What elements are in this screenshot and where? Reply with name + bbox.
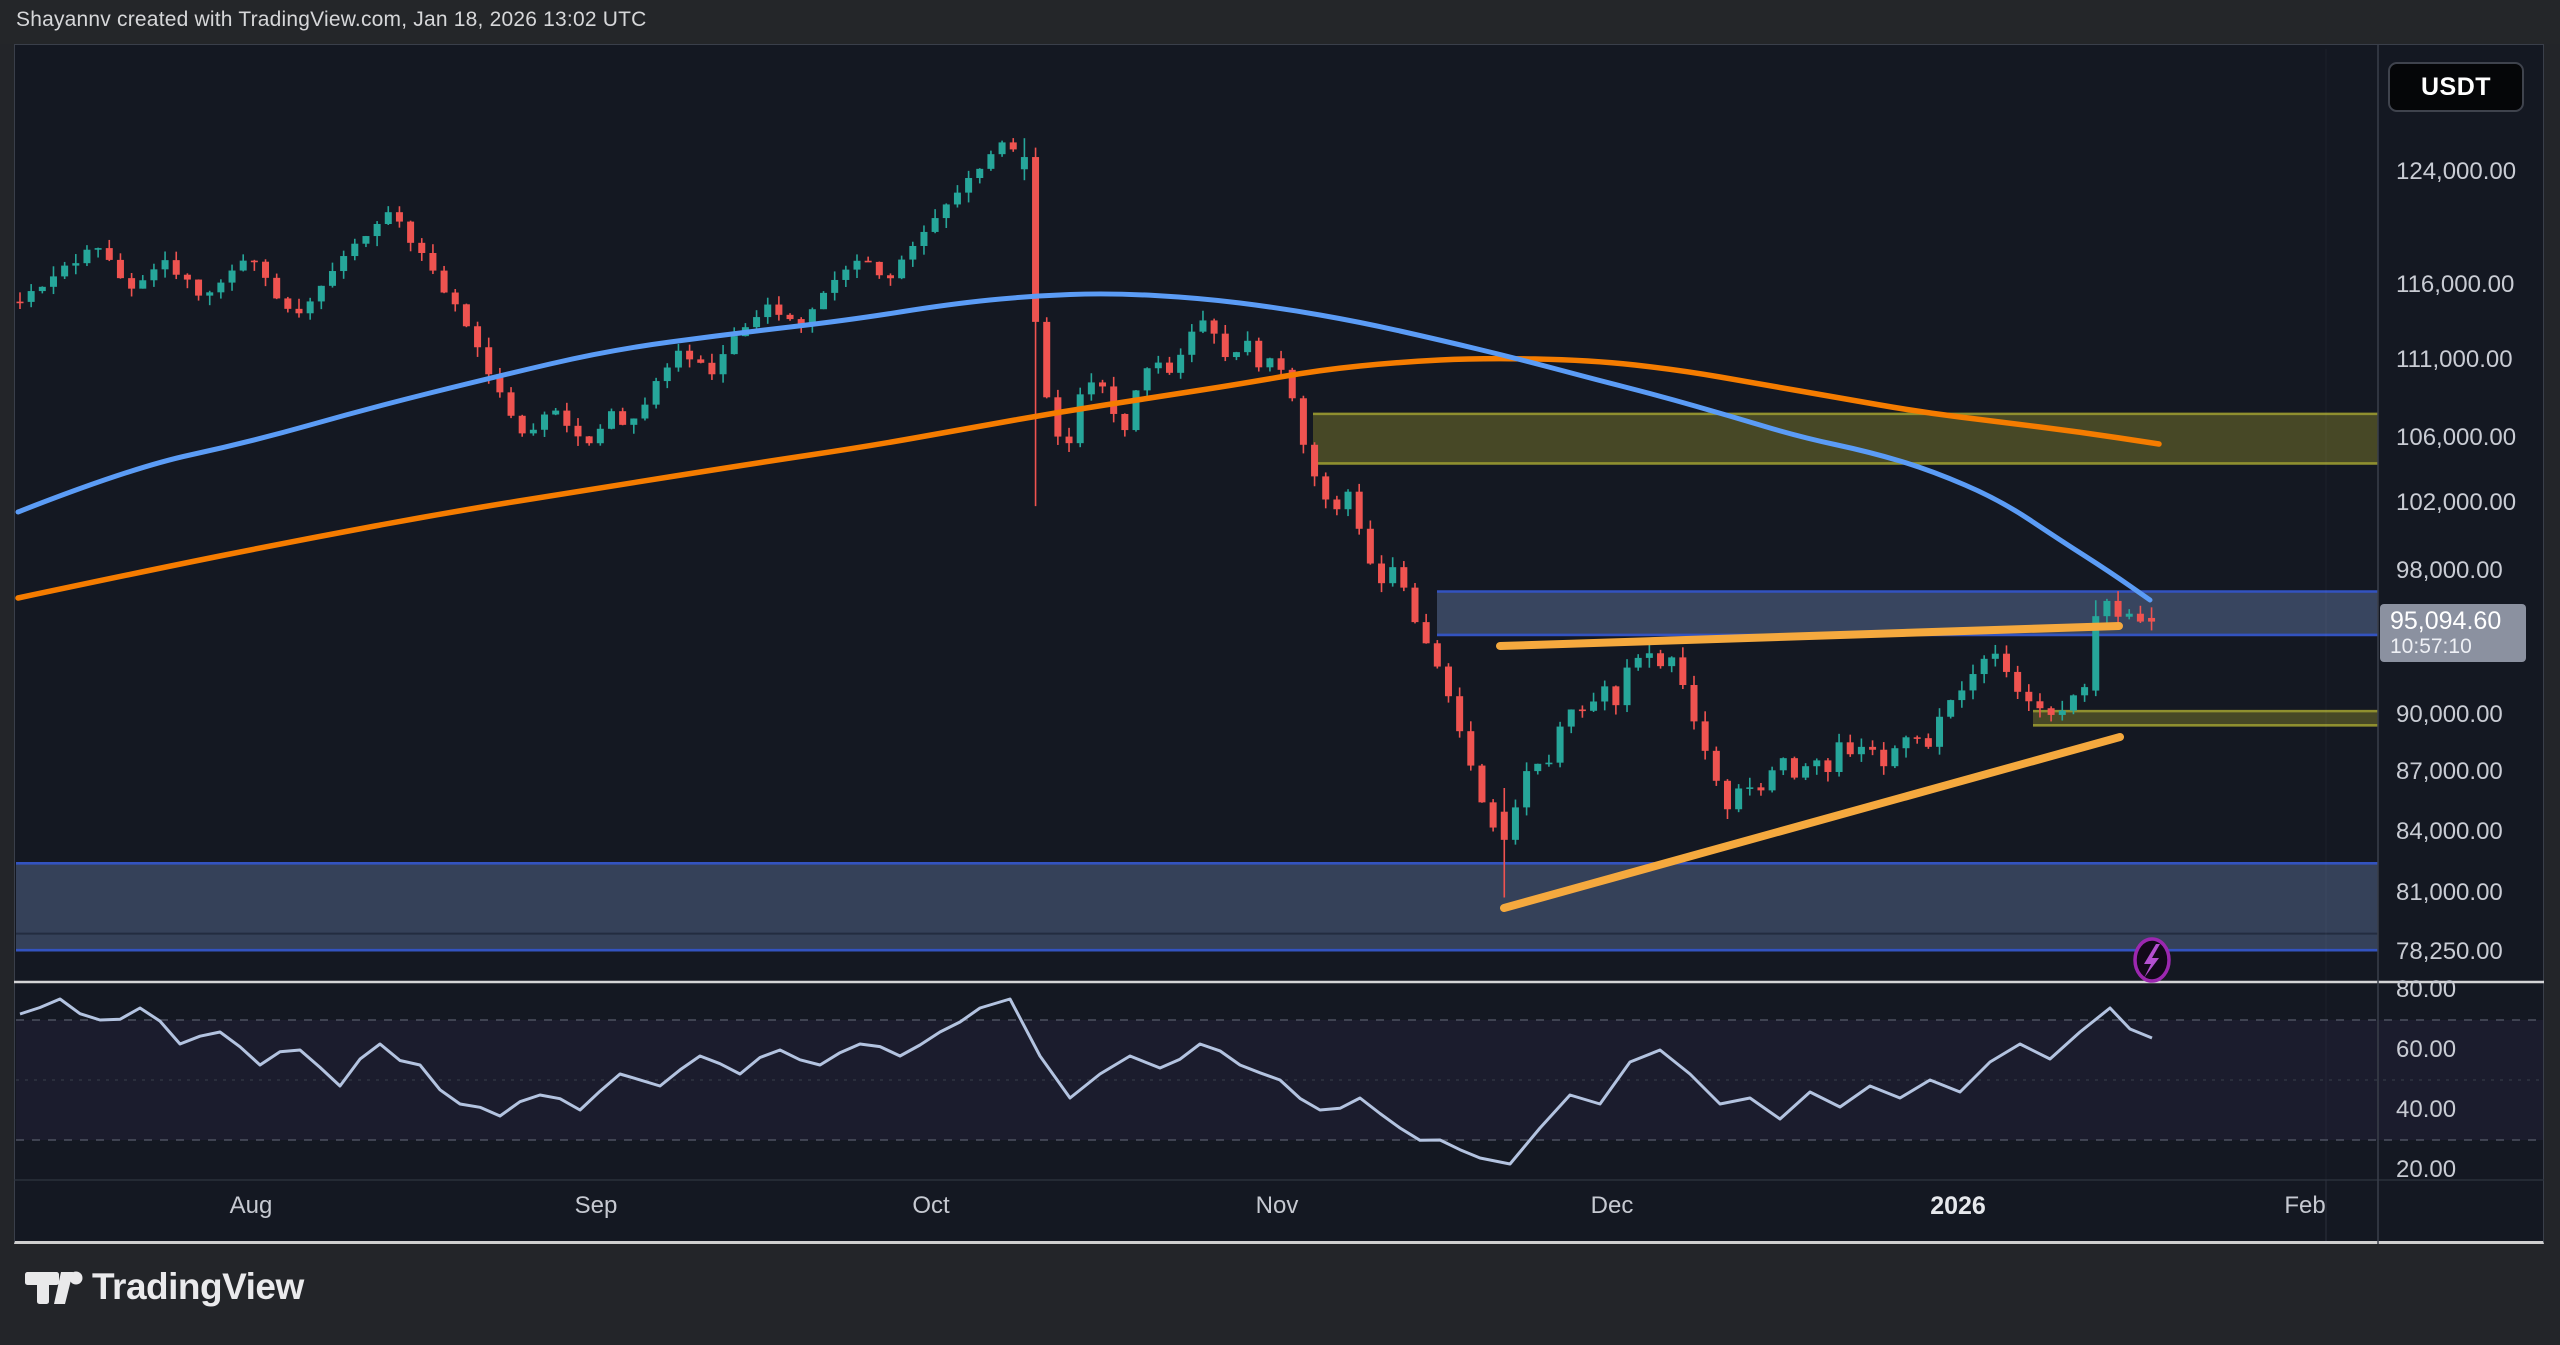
candlestick-series (17, 138, 2156, 897)
resistance-zone-95k (1437, 591, 2378, 634)
ma-200-line (18, 359, 2159, 598)
price-axis[interactable] (2379, 45, 2543, 1180)
footer-bar (0, 1247, 2560, 1345)
supply-zone-106k (1313, 414, 2378, 464)
page: { "header": { "credit": "Shayannv create… (0, 0, 2560, 1345)
support-zone-80k (16, 863, 2378, 950)
tradingview-logo-text[interactable]: TradingView (92, 1266, 304, 1308)
tradingview-logo-icon[interactable] (24, 1268, 84, 1314)
lightning-badge-icon[interactable] (2135, 939, 2169, 981)
chart-canvas[interactable] (0, 0, 2560, 1345)
time-axis[interactable] (15, 1181, 2378, 1244)
